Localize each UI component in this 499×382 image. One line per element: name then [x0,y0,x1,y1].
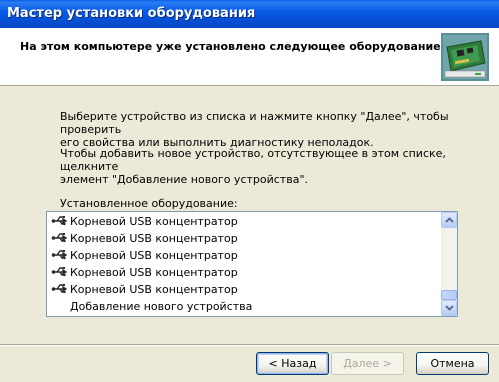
instruction-paragraph-1: Выберите устройство из списка и нажмите … [60,110,480,149]
list-item-label: Корневой USB концентратор [70,249,238,262]
list-item-label: Корневой USB концентратор [70,215,238,228]
back-button[interactable]: < Назад [256,352,329,375]
usb-icon [51,250,68,260]
instruction-line: элемент "Добавление нового устройства". [60,173,308,186]
scroll-thumb[interactable] [441,290,457,300]
list-item-label: Добавление нового устройства [70,300,253,313]
chevron-down-icon [445,305,454,311]
list-scrollbar[interactable] [441,212,457,316]
list-item[interactable]: Корневой USB концентратор [47,247,441,264]
list-item-label: Корневой USB концентратор [70,283,238,296]
usb-icon [51,284,68,294]
chevron-up-icon [445,217,454,223]
cancel-button[interactable]: Отмена [416,352,489,375]
window-title: Мастер установки оборудования [7,6,256,21]
list-item-label: Корневой USB концентратор [70,266,238,279]
installed-hardware-label: Установленное оборудование: [60,197,238,210]
instruction-paragraph-2: Чтобы добавить новое устройство, отсутст… [60,147,480,186]
installed-hardware-list[interactable]: Корневой USB концентратор Корневой USB к… [46,211,458,317]
instruction-line: Выберите устройство из списка и нажмите … [60,110,449,136]
list-item-add-new-device[interactable]: Добавление нового устройства [47,298,441,315]
footer-divider [0,344,499,346]
list-item[interactable]: Корневой USB концентратор [47,230,441,247]
scroll-down-button[interactable] [441,300,457,316]
next-button[interactable]: Далее > [331,352,404,375]
header-title: На этом компьютере уже установлено следу… [20,40,441,53]
list-items: Корневой USB концентратор Корневой USB к… [47,212,441,316]
wizard-header: На этом компьютере уже установлено следу… [0,28,499,86]
list-item[interactable]: Корневой USB концентратор [47,264,441,281]
list-item[interactable]: Корневой USB концентратор [47,213,441,230]
title-bar[interactable]: Мастер установки оборудования [0,0,499,28]
scroll-up-button[interactable] [441,212,457,228]
usb-icon [51,233,68,243]
list-item-label: Корневой USB концентратор [70,232,238,245]
usb-icon [51,267,68,277]
instruction-line: Чтобы добавить новое устройство, отсутст… [60,147,446,173]
usb-icon [51,216,68,226]
hardware-board-icon [441,33,489,81]
list-item[interactable]: Корневой USB концентратор [47,281,441,298]
